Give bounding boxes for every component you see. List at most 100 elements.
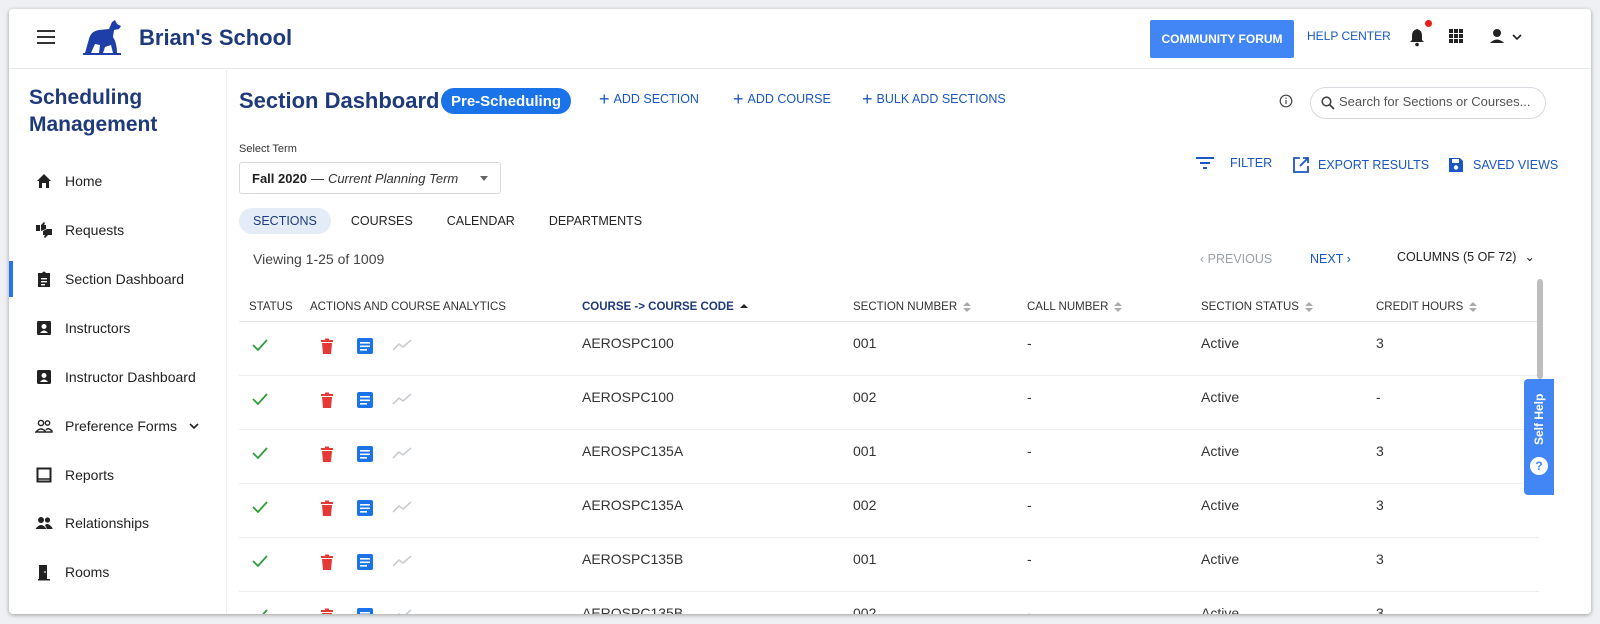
sidebar-item-rooms[interactable]: Rooms <box>9 554 227 590</box>
plus-icon: + <box>599 89 610 109</box>
header-section-number[interactable]: SECTION NUMBER <box>853 301 972 313</box>
export-results-button[interactable]: EXPORT RESULTS <box>1292 156 1429 174</box>
chevron-left-icon: ‹ <box>1200 252 1208 266</box>
search-box[interactable] <box>1310 87 1546 119</box>
sidebar-item-reports[interactable]: Reports <box>9 457 227 493</box>
check-icon <box>252 339 268 352</box>
sidebar-item-home[interactable]: Home <box>9 163 227 199</box>
header-section-status[interactable]: SECTION STATUS <box>1201 301 1313 313</box>
add-course-button[interactable]: + ADD COURSE <box>733 89 831 109</box>
delete-icon[interactable] <box>320 608 334 614</box>
check-icon <box>252 447 268 460</box>
header-section-status-label: SECTION STATUS <box>1201 301 1299 313</box>
term-label: Select Term <box>239 143 297 155</box>
tab-calendar[interactable]: CALENDAR <box>433 208 529 234</box>
sort-icon <box>963 302 972 312</box>
details-icon[interactable] <box>357 554 373 570</box>
add-section-button[interactable]: + ADD SECTION <box>599 89 699 109</box>
table-row[interactable]: AEROSPC135B 002 - Active 3 <box>239 592 1539 614</box>
table-row[interactable]: AEROSPC135B 001 - Active 3 <box>239 538 1539 592</box>
columns-dropdown[interactable]: COLUMNS (5 OF 72) ⌄ <box>1397 249 1535 264</box>
notification-bell-icon[interactable] <box>1408 27 1426 47</box>
delete-icon[interactable] <box>320 446 334 462</box>
sidebar-item-instructors[interactable]: Instructors <box>9 310 227 346</box>
user-account-icon[interactable] <box>1487 27 1527 47</box>
previous-button[interactable]: ‹ PREVIOUS <box>1200 252 1272 266</box>
apps-grid-icon[interactable] <box>1449 29 1463 43</box>
notification-dot <box>1425 20 1432 27</box>
sort-icon <box>1114 302 1123 312</box>
course-code-cell: AEROSPC135A <box>582 497 684 513</box>
course-code-cell: AEROSPC135A <box>582 443 684 459</box>
check-icon <box>252 555 268 568</box>
clipboard-icon <box>38 271 50 287</box>
analytics-trend-icon[interactable] <box>392 554 412 568</box>
header-call-number[interactable]: CALL NUMBER <box>1027 301 1123 313</box>
app-window: Brian's School COMMUNITY FORUM HELP CENT… <box>9 9 1591 614</box>
details-icon[interactable] <box>357 392 373 408</box>
table-row[interactable]: AEROSPC100 002 - Active - <box>239 376 1539 430</box>
tab-departments[interactable]: DEPARTMENTS <box>535 208 656 234</box>
self-help-label: Self Help <box>1532 393 1546 445</box>
sidebar-item-label: Rooms <box>65 564 110 580</box>
filter-icon <box>1196 157 1214 169</box>
analytics-trend-icon[interactable] <box>392 338 412 352</box>
analytics-trend-icon[interactable] <box>392 500 412 514</box>
tab-courses[interactable]: COURSES <box>337 208 427 234</box>
sidebar-item-requests[interactable]: Requests <box>9 212 227 248</box>
bulk-add-sections-label: BULK ADD SECTIONS <box>876 92 1006 106</box>
sidebar-item-relationships[interactable]: Relationships <box>9 505 227 541</box>
sidebar-item-preference-forms[interactable]: Preference Forms <box>9 408 227 444</box>
section-status-cell: Active <box>1201 443 1240 459</box>
details-icon[interactable] <box>357 446 373 462</box>
sidebar: Scheduling Management Home Requests Sect… <box>9 70 227 614</box>
analytics-trend-icon[interactable] <box>392 608 412 614</box>
community-forum-button[interactable]: COMMUNITY FORUM <box>1150 20 1294 58</box>
table-row[interactable]: AEROSPC135A 001 - Active 3 <box>239 430 1539 484</box>
filter-button[interactable]: FILTER <box>1196 156 1272 170</box>
badge-icon <box>37 370 51 384</box>
credit-hours-cell: 3 <box>1376 443 1384 459</box>
delete-icon[interactable] <box>320 338 334 354</box>
bulk-add-sections-button[interactable]: + BULK ADD SECTIONS <box>862 90 1006 108</box>
credit-hours-cell: 3 <box>1376 605 1384 614</box>
tab-sections[interactable]: SECTIONS <box>239 208 331 234</box>
details-icon[interactable] <box>357 338 373 354</box>
header-actions: ACTIONS AND COURSE ANALYTICS <box>310 301 506 313</box>
save-icon <box>1449 158 1463 172</box>
sidebar-item-label: Home <box>65 173 103 189</box>
sidebar-item-section-dashboard[interactable]: Section Dashboard <box>9 261 227 297</box>
main-content: Section Dashboard Pre-Scheduling + ADD SE… <box>228 70 1591 614</box>
details-icon[interactable] <box>357 500 373 516</box>
saved-views-button[interactable]: SAVED VIEWS <box>1447 156 1558 174</box>
term-select[interactable]: Fall 2020 — Current Planning Term <box>239 162 501 194</box>
table-row[interactable]: AEROSPC100 001 - Active 3 <box>239 322 1539 376</box>
delete-icon[interactable] <box>320 554 334 570</box>
chevron-down-icon: ⌄ <box>1524 250 1535 264</box>
table-row[interactable]: AEROSPC135A 002 - Active 3 <box>239 484 1539 538</box>
info-icon[interactable] <box>1279 94 1293 108</box>
section-number-cell: 001 <box>853 443 877 459</box>
analytics-trend-icon[interactable] <box>392 392 412 406</box>
open-external-icon <box>1293 157 1309 173</box>
header-call-number-label: CALL NUMBER <box>1027 301 1109 313</box>
call-number-cell: - <box>1027 551 1032 567</box>
menu-icon[interactable] <box>37 30 55 44</box>
scrollbar[interactable] <box>1537 279 1543 379</box>
header-credit-hours[interactable]: CREDIT HOURS <box>1376 301 1478 313</box>
header-course-code[interactable]: COURSE -> COURSE CODE <box>582 301 748 313</box>
delete-icon[interactable] <box>320 500 334 516</box>
next-button[interactable]: NEXT › <box>1310 252 1351 266</box>
analytics-trend-icon[interactable] <box>392 446 412 460</box>
header-status: STATUS <box>249 301 293 313</box>
section-status-cell: Active <box>1201 551 1240 567</box>
sidebar-item-instructor-dashboard[interactable]: Instructor Dashboard <box>9 359 227 395</box>
search-input[interactable] <box>1339 94 1539 109</box>
sections-table: STATUS ACTIONS AND COURSE ANALYTICS COUR… <box>239 292 1539 614</box>
plus-icon: + <box>733 89 744 109</box>
details-icon[interactable] <box>357 608 373 614</box>
chevron-down-icon[interactable] <box>189 421 199 431</box>
course-code-cell: AEROSPC135B <box>582 605 684 614</box>
help-center-link[interactable]: HELP CENTER <box>1307 29 1391 43</box>
delete-icon[interactable] <box>320 392 334 408</box>
